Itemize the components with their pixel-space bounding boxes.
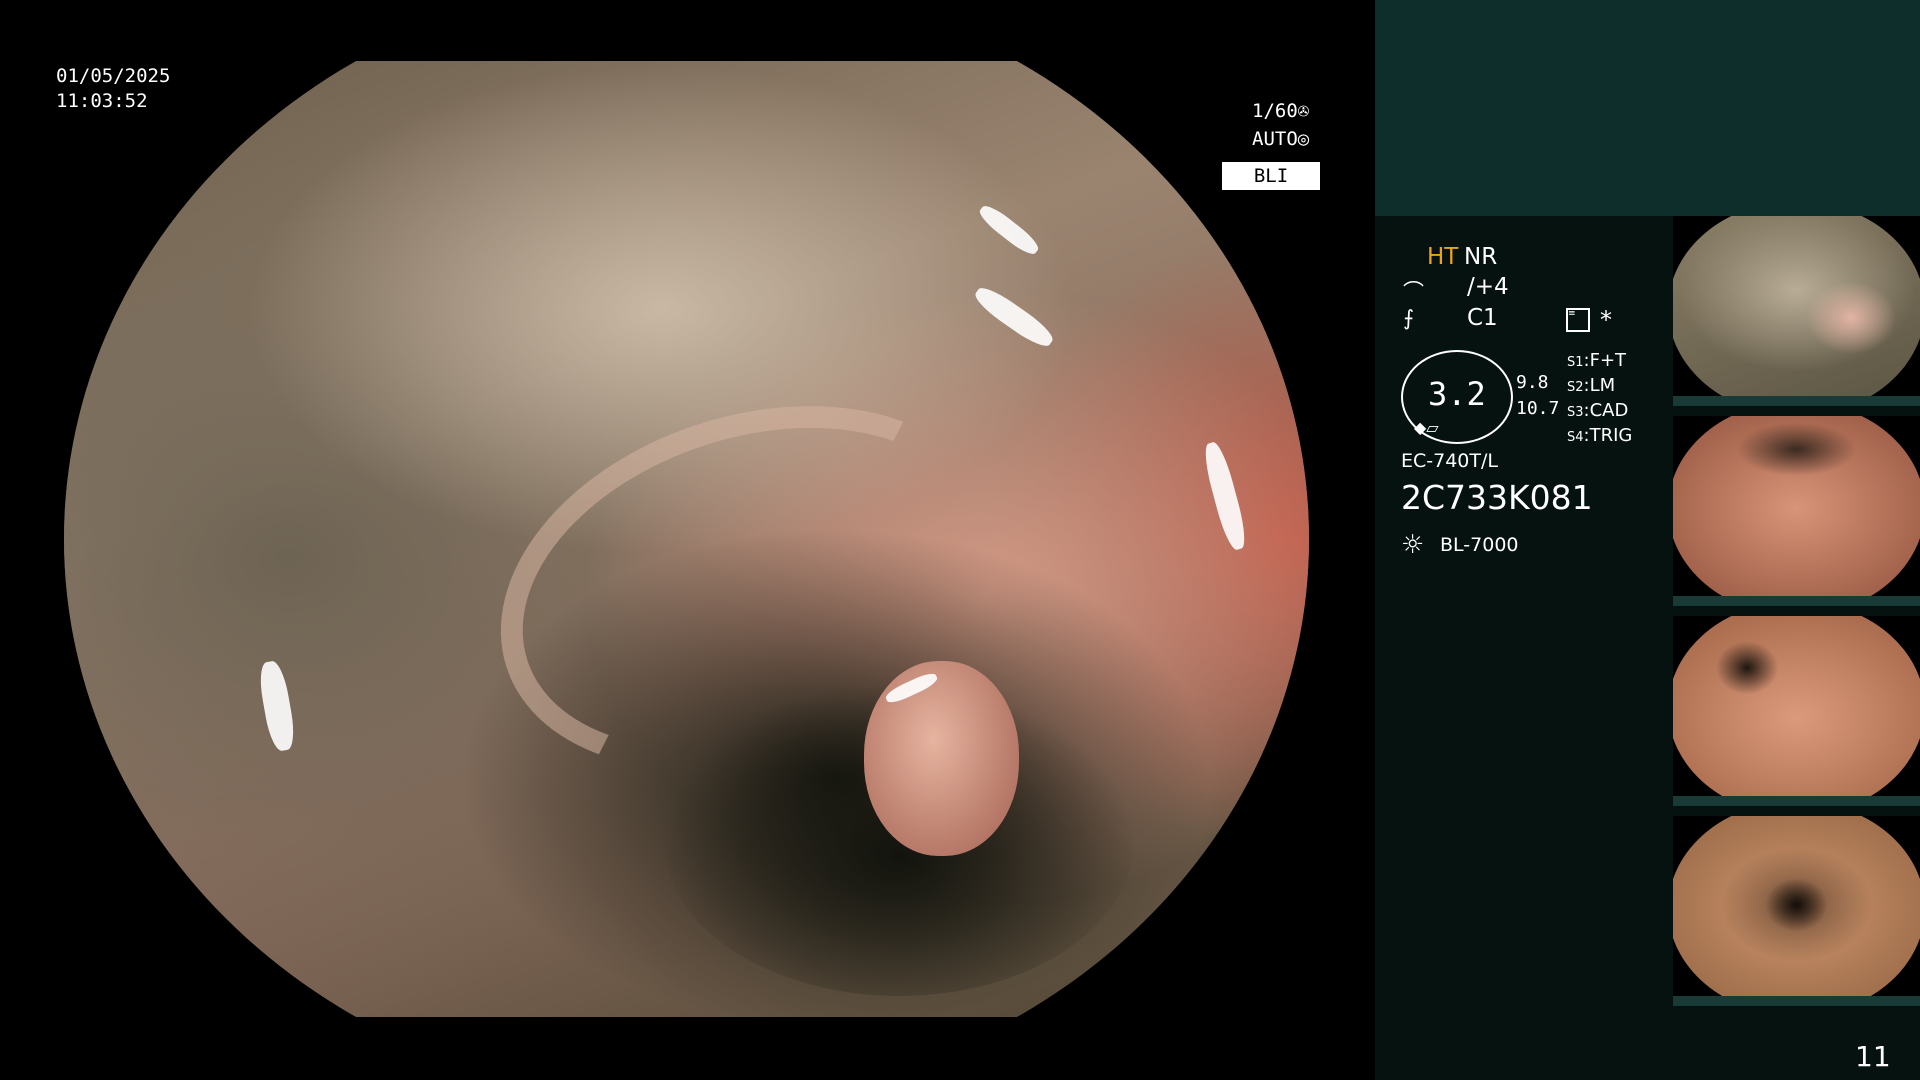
light-reflection [1200, 440, 1250, 552]
scope-switch-key: S3 [1567, 405, 1584, 420]
polyp [864, 661, 1019, 856]
thumbnail-bar [1673, 796, 1920, 806]
shutter-readout: 1/60✇ [1252, 100, 1309, 122]
date-readout: 01/05/2025 [56, 65, 171, 87]
readout-top: 9.8 [1516, 372, 1549, 393]
endoscope-view: 01/05/2025 11:03:52 1/60✇ AUTO◎ BLI [0, 0, 1375, 1080]
scope-model: EC-740T/L [1401, 450, 1498, 472]
color-value: C1 [1467, 305, 1498, 331]
light-source: BL-7000 [1440, 534, 1519, 556]
thumbnail-image [1673, 816, 1920, 1001]
thumbnail-bar [1673, 996, 1920, 1006]
scope-switch-s3: S3:CAD [1567, 400, 1629, 421]
nr-indicator: NR [1464, 244, 1498, 270]
dial-icons: ◆▱ [1414, 418, 1439, 437]
thumbnail-1[interactable] [1673, 216, 1920, 406]
panel-header [1375, 0, 1920, 216]
shutter-icon: ✇ [1297, 100, 1310, 122]
scope-switch-value: LM [1589, 375, 1616, 396]
scope-serial: 2C733K081 [1401, 478, 1593, 517]
color-icon: ⨍ [1403, 306, 1414, 330]
iris-readout: AUTO◎ [1252, 128, 1309, 150]
scope-switch-value: TRIG [1589, 425, 1633, 446]
time-readout: 11:03:52 [56, 90, 148, 112]
scope-switch-key: S4 [1567, 430, 1584, 445]
thumbnail-4[interactable] [1673, 816, 1920, 1006]
thumbnail-3[interactable] [1673, 616, 1920, 806]
thumbnail-image [1673, 416, 1920, 601]
scope-switch-value: F+T [1589, 350, 1627, 371]
ht-indicator: HT [1427, 244, 1459, 270]
page-number: 11 [1855, 1040, 1891, 1073]
imaging-mode-badge: BLI [1222, 162, 1320, 190]
light-reflection [975, 201, 1043, 259]
star-marker: * [1600, 306, 1612, 334]
scope-switch-value: CAD [1589, 400, 1629, 421]
scope-switch-key: S2 [1567, 380, 1584, 395]
scope-switch-s4: S4:TRIG [1567, 425, 1633, 446]
thumbnail-image [1673, 216, 1920, 401]
iris-icon: ◎ [1297, 128, 1310, 150]
light-reflection [970, 282, 1058, 352]
thumbnail-image [1673, 616, 1920, 801]
iris-value: AUTO [1252, 128, 1298, 150]
scope-switch-s2: S2:LM [1567, 375, 1616, 396]
thumbnail-bar [1673, 596, 1920, 606]
enhancement-value: /+4 [1467, 274, 1509, 300]
zoom-value: 3.2 [1428, 375, 1486, 413]
scope-switch-s1: S1:F+T [1567, 350, 1627, 371]
scope-switch-key: S1 [1567, 355, 1584, 370]
light-reflection [256, 659, 298, 753]
grid-icon: ≣ [1566, 308, 1590, 332]
thumbnail-bar [1673, 396, 1920, 406]
enhancement-icon: ⌒ [1403, 280, 1424, 304]
thumbnail-2[interactable] [1673, 416, 1920, 606]
endoscopic-image [64, 61, 1309, 1017]
light-source-icon: ☼ [1401, 530, 1425, 560]
shutter-value: 1/60 [1252, 100, 1298, 122]
readout-bottom: 10.7 [1516, 398, 1560, 419]
